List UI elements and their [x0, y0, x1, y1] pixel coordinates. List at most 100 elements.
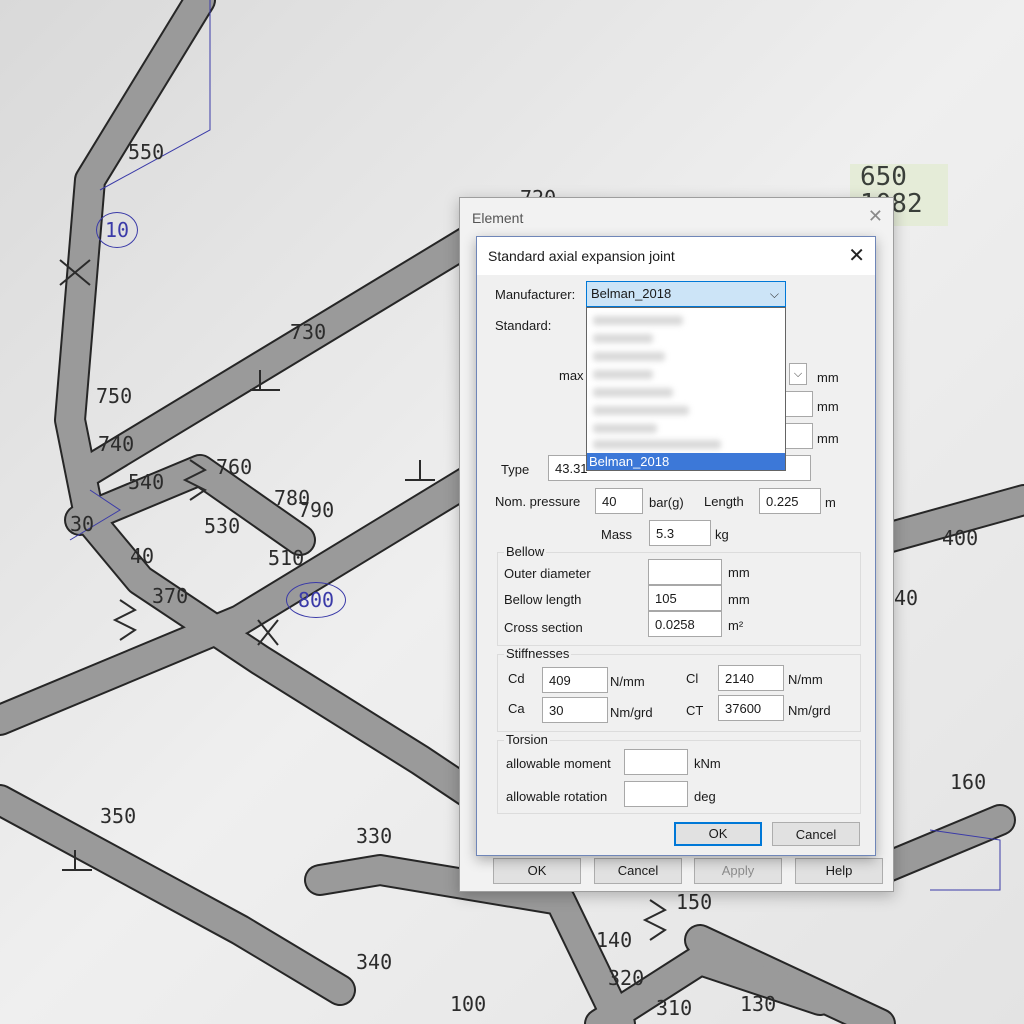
unit-label: bar(g) — [649, 495, 684, 510]
close-icon[interactable]: ✕ — [868, 206, 883, 227]
unit-label: mm — [817, 431, 839, 446]
dropdown-option-obscured[interactable] — [593, 440, 721, 449]
pipe-label: 400 — [942, 526, 979, 550]
bellow-length-label: Bellow length — [504, 592, 582, 607]
dropdown-option-obscured[interactable] — [593, 424, 657, 433]
group-title: Torsion — [504, 732, 550, 747]
pipe-label: 40 — [130, 544, 155, 568]
nom-pressure-label: Nom. pressure — [495, 494, 581, 509]
length-label: Length — [704, 494, 744, 509]
unit-label: Nm/grd — [610, 705, 653, 720]
dialog-title: Standard axial expansion joint — [488, 248, 675, 264]
group-title: Bellow — [504, 544, 547, 559]
group-title: Stiffnesses — [504, 646, 572, 661]
cd-label: Cd — [508, 671, 525, 686]
expansion-joint-dialog: Standard axial expansion joint ✕ Manufac… — [476, 236, 876, 856]
close-icon[interactable]: ✕ — [848, 243, 865, 268]
pipe-label: 150 — [676, 890, 713, 914]
cancel-button[interactable]: Cancel — [772, 822, 860, 846]
allowable-rotation-field[interactable] — [624, 781, 688, 807]
bellow-length-field[interactable]: 105 — [648, 585, 722, 611]
manufacturer-label: Manufacturer: — [495, 287, 576, 302]
pipe-label: 760 — [216, 455, 253, 479]
stiffnesses-group: Stiffnesses Cd 409 N/mm Cl 2140 N/mm Ca … — [497, 646, 861, 732]
pipe-label: 330 — [356, 824, 393, 848]
ca-field[interactable]: 30 — [542, 697, 608, 723]
dropdown-option-obscured[interactable] — [593, 316, 683, 325]
pipe-label: 750 — [96, 384, 133, 408]
manufacturer-select[interactable]: Belman_2018 ⌵ — [586, 281, 786, 307]
dropdown-option-obscured[interactable] — [593, 334, 653, 343]
ok-button[interactable]: OK — [674, 822, 762, 846]
standard-label: Standard: — [495, 318, 552, 333]
cross-section-field[interactable]: 0.0258 — [648, 611, 722, 637]
ca-label: Ca — [508, 701, 525, 716]
cd-field[interactable]: 409 — [542, 667, 608, 693]
unit-label: N/mm — [610, 674, 645, 689]
mass-label: Mass — [601, 527, 633, 542]
unit-label: mm — [817, 370, 839, 385]
unit-label: m² — [728, 618, 744, 633]
outer-diameter-field[interactable] — [648, 559, 722, 585]
pipe-label: 510 — [268, 546, 305, 570]
unit-label: kNm — [694, 756, 721, 771]
unit-label: mm — [728, 592, 750, 607]
chevron-down-icon[interactable]: ⌵ — [789, 363, 807, 385]
help-button[interactable]: Help — [795, 858, 883, 884]
window-title: Element — [472, 210, 524, 226]
pipe-label: 370 — [152, 584, 189, 608]
allowable-moment-label: allowable moment — [506, 756, 611, 771]
node-circle: 800 — [286, 582, 346, 618]
unit-label: Nm/grd — [788, 703, 831, 718]
unit-label: mm — [817, 399, 839, 414]
ok-button[interactable]: OK — [493, 858, 581, 884]
pipe-label: 530 — [204, 514, 241, 538]
pipe-label: 160 — [950, 770, 987, 794]
pipe-label: 310 — [656, 996, 693, 1020]
mass-field[interactable]: 5.3 — [649, 520, 711, 546]
dropdown-option-obscured[interactable] — [593, 352, 665, 361]
allowable-rotation-label: allowable rotation — [506, 789, 608, 804]
pipe-label: 540 — [128, 470, 165, 494]
allowable-moment-field[interactable] — [624, 749, 688, 775]
cl-field[interactable]: 2140 — [718, 665, 784, 691]
dropdown-option-obscured[interactable] — [593, 370, 653, 379]
ct-field[interactable]: 37600 — [718, 695, 784, 721]
length-field[interactable]: 0.225 — [759, 488, 821, 514]
pipe-label: 550 — [128, 140, 165, 164]
dimension-value: 650 — [860, 162, 907, 192]
pipe-label: 730 — [290, 320, 327, 344]
dialog-titlebar: Standard axial expansion joint ✕ — [477, 237, 875, 275]
pipe-label: 790 — [298, 498, 335, 522]
pipe-label: 340 — [356, 950, 393, 974]
max-label: max — [559, 368, 584, 383]
pipe-label: 40 — [894, 586, 919, 610]
chevron-down-icon[interactable]: ⌵ — [770, 282, 779, 306]
dropdown-option-obscured[interactable] — [593, 388, 673, 397]
ct-label: CT — [686, 703, 704, 718]
pipe-label: 320 — [608, 966, 645, 990]
pipe-label: 100 — [450, 992, 487, 1016]
manufacturer-dropdown-list[interactable]: Belman_2018 — [586, 307, 786, 471]
nom-pressure-field[interactable]: 40 — [595, 488, 643, 514]
dropdown-option-obscured[interactable] — [593, 406, 689, 415]
unit-label: kg — [715, 527, 729, 542]
torsion-group: Torsion allowable moment kNm allowable r… — [497, 732, 861, 814]
type-label: Type — [501, 462, 530, 477]
unit-label: m — [825, 495, 836, 510]
dropdown-option-selected[interactable]: Belman_2018 — [587, 453, 785, 470]
node-circle: 10 — [96, 212, 138, 248]
pipe-label: 740 — [98, 432, 135, 456]
cl-label: Cl — [686, 671, 699, 686]
pipe-label: 130 — [740, 992, 777, 1016]
cross-section-label: Cross section — [504, 620, 583, 635]
unit-label: deg — [694, 789, 716, 804]
unit-label: N/mm — [788, 672, 823, 687]
outer-diameter-label: Outer diameter — [504, 566, 591, 581]
pipe-label: 140 — [596, 928, 633, 952]
bellow-group: Bellow Outer diameter mm Bellow length 1… — [497, 544, 861, 646]
apply-button[interactable]: Apply — [694, 858, 782, 884]
pipe-label: 30 — [70, 512, 95, 536]
cancel-button[interactable]: Cancel — [594, 858, 682, 884]
manufacturer-value: Belman_2018 — [591, 286, 672, 301]
